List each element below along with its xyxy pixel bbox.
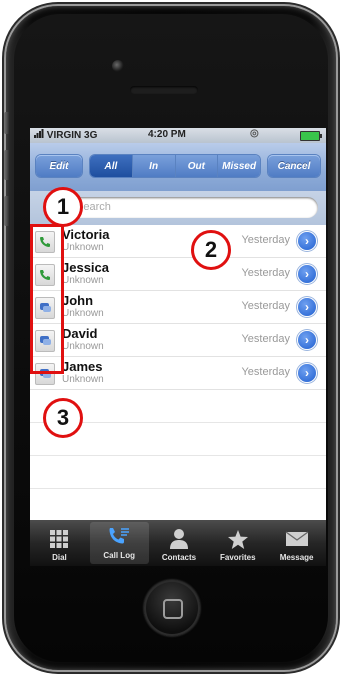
battery-icon [300,131,322,141]
chevron-right-icon[interactable]: › [298,298,316,316]
contact-name: Victoria [62,227,110,242]
empty-row [30,489,326,522]
tab-favorites[interactable]: Favorites [208,520,267,566]
keypad-icon [49,527,69,551]
tab-label: Call Log [103,551,135,560]
tab-all[interactable]: All [90,155,132,177]
carrier-label: VIRGIN 3G [34,129,97,141]
contact-label: Unknown [62,308,104,319]
contact-name: David [62,326,98,341]
earpiece-speaker [130,86,198,94]
empty-row [30,456,326,489]
chevron-right-icon[interactable]: › [298,265,316,283]
tab-bar: Dial Call Log Contacts Favorites Message [30,520,326,566]
front-camera [112,60,124,72]
contacts-icon [169,527,189,551]
tab-call-log[interactable]: Call Log [89,522,149,564]
contact-name: John [62,293,94,308]
tab-contacts[interactable]: Contacts [150,520,209,566]
toolbar: Edit All In Out Missed Cancel [30,143,326,191]
mute-switch [4,112,10,134]
tab-missed[interactable]: Missed [217,155,260,177]
call-time: Yesterday [241,300,290,312]
list-item[interactable]: James Unknown Yesterday › [30,357,326,390]
tab-dial[interactable]: Dial [30,520,89,566]
call-list: Victoria Unknown Yesterday › Jessica Unk… [30,225,326,522]
volume-down-button [4,196,10,226]
tab-label: Contacts [161,553,197,562]
edit-button[interactable]: Edit [36,155,82,177]
tab-label: Favorites [220,553,256,562]
call-time: Yesterday [241,234,290,246]
orientation-lock-icon: ◎ [250,128,259,139]
contact-label: Unknown [62,242,104,253]
signal-icon [34,129,44,141]
call-time: Yesterday [241,333,290,345]
status-time: 4:20 PM [148,129,186,140]
tab-out[interactable]: Out [174,155,218,177]
list-item[interactable]: Jessica Unknown Yesterday › [30,258,326,291]
annotation-highlight-box [30,224,64,374]
search-input[interactable]: Search [44,197,318,218]
tab-label: Message [279,553,314,562]
chevron-right-icon[interactable]: › [298,331,316,349]
annotation-callout-3: 3 [43,398,83,438]
status-bar: VIRGIN 3G 4:20 PM ◎ [30,128,326,143]
chevron-right-icon[interactable]: › [298,232,316,250]
envelope-icon [285,527,309,551]
filter-segmented-control: All In Out Missed [90,155,260,177]
contact-label: Unknown [62,275,104,286]
star-icon [227,527,249,551]
volume-up-button [4,150,10,180]
list-item[interactable]: Victoria Unknown Yesterday › [30,225,326,258]
cancel-button[interactable]: Cancel [268,155,320,177]
call-time: Yesterday [241,267,290,279]
call-log-icon [107,525,131,549]
contact-name: Jessica [62,260,109,275]
list-item[interactable]: John Unknown Yesterday › [30,291,326,324]
contact-label: Unknown [62,374,104,385]
tab-in[interactable]: In [131,155,175,177]
annotation-callout-1: 1 [43,187,83,227]
tab-message[interactable]: Message [267,520,326,566]
contact-name: James [62,359,103,374]
list-item[interactable]: David Unknown Yesterday › [30,324,326,357]
annotation-callout-2: 2 [191,230,231,270]
home-button[interactable] [144,580,200,636]
contact-label: Unknown [62,341,104,352]
chevron-right-icon[interactable]: › [298,364,316,382]
call-time: Yesterday [241,366,290,378]
tab-label: Dial [52,553,67,562]
